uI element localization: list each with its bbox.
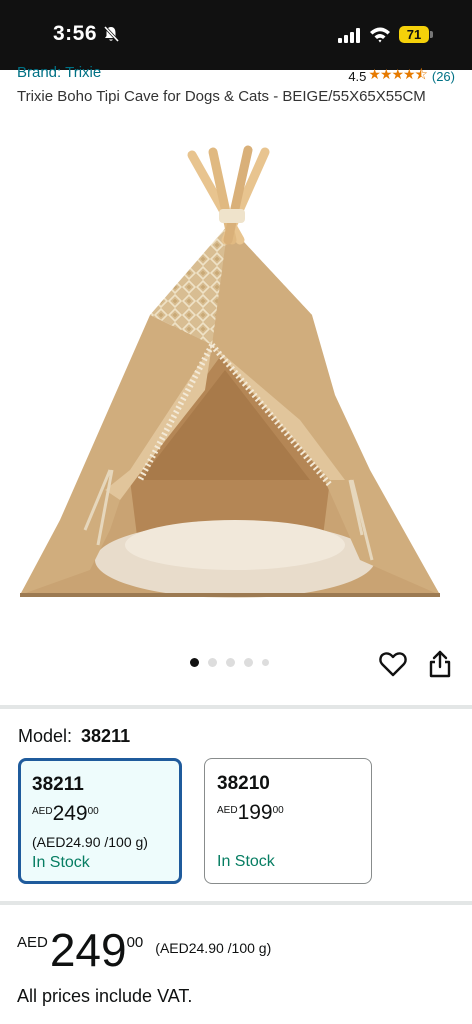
heart-icon[interactable]	[379, 651, 407, 677]
variant-stock-status: In Stock	[217, 853, 275, 870]
variant-unit-price: (AED24.90 /100 g)	[32, 834, 148, 850]
rating-value: 4.5	[348, 68, 367, 84]
star-rating-icon: ★★★★⯪	[368, 66, 427, 82]
share-icon[interactable]	[428, 650, 452, 678]
price-per-unit: (AED24.90 /100 g)	[155, 940, 272, 956]
pagination-dot[interactable]	[208, 658, 217, 667]
model-label: Model:	[18, 726, 73, 746]
brand-link[interactable]: Brand: Trixie	[17, 64, 101, 81]
price-fraction: 00	[126, 934, 144, 951]
vat-note: All prices include VAT.	[17, 986, 193, 1006]
model-selector-label: Model: 38211	[18, 726, 130, 747]
variant-option-38210[interactable]: 38210 AED 199 00 In Stock	[204, 758, 372, 884]
variant-name: 38210	[217, 773, 270, 794]
price-whole: 249	[49, 924, 127, 976]
pagination-dot[interactable]	[262, 659, 269, 666]
wifi-icon	[370, 27, 390, 43]
variant-name: 38211	[32, 774, 84, 795]
rating-count[interactable]: (26)	[432, 69, 455, 84]
model-selected-value: 38211	[81, 726, 131, 746]
cellular-signal-icon	[338, 28, 360, 43]
bell-muted-icon	[103, 25, 120, 43]
section-divider	[0, 901, 472, 905]
image-pagination[interactable]	[190, 658, 269, 667]
product-price: AED 249 00 (AED24.90 /100 g)	[17, 924, 272, 976]
price-currency: AED	[17, 934, 48, 951]
status-time: 3:56	[53, 22, 98, 45]
variant-stock-status: In Stock	[32, 854, 90, 871]
rating-summary[interactable]: 4.5 ★★★★⯪ (26)	[348, 64, 455, 88]
variant-price: AED 249 00	[32, 802, 99, 825]
variant-option-38211[interactable]: 38211 AED 249 00 (AED24.90 /100 g) In Stoc…	[18, 758, 182, 884]
product-image[interactable]	[0, 140, 472, 620]
product-title: Trixie Boho Tipi Cave for Dogs & Cats - …	[17, 88, 426, 105]
variant-price: AED 199 00	[217, 801, 284, 824]
status-bar: 3:56 71	[0, 0, 472, 70]
pagination-dot[interactable]	[244, 658, 253, 667]
pagination-dot[interactable]	[226, 658, 235, 667]
battery-level: 71	[399, 26, 429, 43]
battery-indicator: 71	[399, 26, 433, 43]
section-divider	[0, 705, 472, 709]
pagination-dot[interactable]	[190, 658, 199, 667]
